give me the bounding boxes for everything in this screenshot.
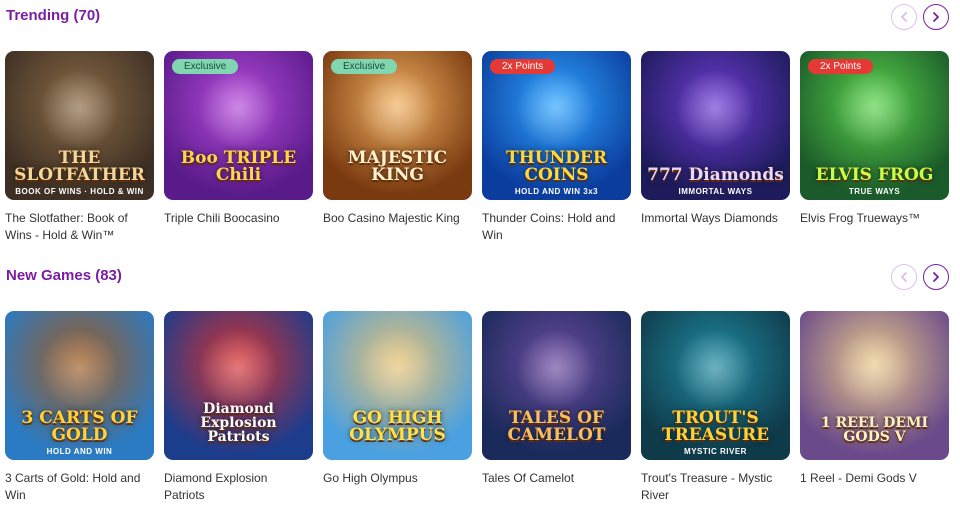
artwork-subtitle: HOLD AND WIN 3x3: [514, 187, 599, 196]
game-name[interactable]: Elvis Frog Trueways™: [800, 210, 949, 227]
new-games-prev-button[interactable]: [891, 264, 917, 290]
game-thumbnail[interactable]: THE SLOTFATHER BOOK OF WINS · HOLD & WIN: [5, 51, 154, 200]
game-card[interactable]: 777 Diamonds IMMORTAL WAYS Immortal Ways D…: [641, 51, 790, 227]
artwork-subtitle: IMMORTAL WAYS: [678, 187, 753, 196]
game-thumbnail[interactable]: TALES OF CAMELOT: [482, 311, 631, 460]
artwork-glow: [516, 329, 596, 409]
game-thumbnail[interactable]: THUNDER COINS HOLD AND WIN 3x3 2x Points: [482, 51, 631, 200]
game-badge: Exclusive: [172, 59, 239, 74]
game-name[interactable]: Diamond Explosion Patriots: [164, 470, 313, 504]
game-card[interactable]: TALES OF CAMELOT Tales Of Camelot: [482, 311, 631, 487]
artwork-title: TALES OF CAMELOT: [507, 408, 606, 445]
artwork-glow: [834, 69, 914, 149]
game-name[interactable]: Immortal Ways Diamonds: [641, 210, 790, 227]
artwork-glow: [198, 69, 278, 149]
artwork-subtitle: TRUE WAYS: [848, 187, 901, 196]
game-thumbnail[interactable]: 777 Diamonds IMMORTAL WAYS: [641, 51, 790, 200]
trending-title: Trending (70): [6, 7, 101, 24]
new-games-next-button[interactable]: [923, 264, 949, 290]
chevron-left-icon: [901, 12, 907, 22]
artwork-glow: [516, 69, 596, 149]
trending-header: Trending (70): [0, 0, 960, 36]
game-card[interactable]: GO HIGH OLYMPUS Go High Olympus: [323, 311, 472, 487]
game-name[interactable]: The Slotfather: Book of Wins - Hold & Wi…: [5, 210, 154, 244]
game-thumbnail[interactable]: MAJESTIC KING Exclusive: [323, 51, 472, 200]
game-name[interactable]: Triple Chili Boocasino: [164, 210, 313, 227]
artwork-glow: [39, 329, 119, 409]
artwork-title: THE SLOTFATHER: [14, 148, 145, 185]
artwork-glow: [39, 69, 119, 149]
artwork-glow: [834, 329, 914, 409]
game-badge: Exclusive: [331, 59, 398, 74]
artwork-title: 777 Diamonds: [647, 165, 784, 185]
artwork-title: 1 REEL DEMI GODS V: [820, 415, 929, 445]
game-card[interactable]: TROUT'S TREASURE MYSTIC RIVER Trout's Trea…: [641, 311, 790, 504]
new-games-section: New Games (83) 3 CARTS OF GOLD HOLD AND W…: [0, 260, 960, 502]
chevron-right-icon: [933, 272, 939, 282]
artwork-title: Boo TRIPLE Chili: [180, 148, 297, 185]
trending-prev-button[interactable]: [891, 4, 917, 30]
artwork-title: THUNDER COINS: [506, 148, 607, 185]
game-name[interactable]: Boo Casino Majestic King: [323, 210, 472, 227]
game-card[interactable]: THE SLOTFATHER BOOK OF WINS · HOLD & WIN T…: [5, 51, 154, 244]
game-thumbnail[interactable]: TROUT'S TREASURE MYSTIC RIVER: [641, 311, 790, 460]
game-badge: 2x Points: [808, 59, 874, 74]
artwork-glow: [675, 329, 755, 409]
artwork-title: Diamond Explosion Patriots: [200, 401, 277, 445]
artwork-title: TROUT'S TREASURE: [661, 408, 770, 445]
game-badge: 2x Points: [490, 59, 556, 74]
game-card[interactable]: THUNDER COINS HOLD AND WIN 3x3 2x Points Th…: [482, 51, 631, 244]
game-name[interactable]: Thunder Coins: Hold and Win: [482, 210, 631, 244]
game-thumbnail[interactable]: ELVIS FROG TRUE WAYS 2x Points: [800, 51, 949, 200]
artwork-title: MAJESTIC KING: [347, 148, 448, 185]
chevron-right-icon: [933, 12, 939, 22]
artwork-glow: [357, 329, 437, 409]
trending-section: Trending (70) THE SLOTFATHER BOOK OF WINS…: [0, 0, 960, 242]
game-thumbnail[interactable]: 1 REEL DEMI GODS V: [800, 311, 949, 460]
artwork-subtitle: HOLD AND WIN: [46, 447, 113, 456]
game-thumbnail[interactable]: Boo TRIPLE Chili Exclusive: [164, 51, 313, 200]
game-name[interactable]: 1 Reel - Demi Gods V: [800, 470, 949, 487]
game-thumbnail[interactable]: GO HIGH OLYMPUS: [323, 311, 472, 460]
artwork-title: 3 CARTS OF GOLD: [21, 408, 138, 445]
artwork-glow: [357, 69, 437, 149]
new-games-title: New Games (83): [6, 267, 122, 284]
artwork-title: ELVIS FROG: [815, 165, 934, 185]
artwork-glow: [198, 329, 278, 409]
new-games-header: New Games (83): [0, 260, 960, 296]
chevron-left-icon: [901, 272, 907, 282]
game-name[interactable]: 3 Carts of Gold: Hold and Win: [5, 470, 154, 504]
game-card[interactable]: MAJESTIC KING Exclusive Boo Casino Majesti…: [323, 51, 472, 227]
trending-next-button[interactable]: [923, 4, 949, 30]
game-card[interactable]: 1 REEL DEMI GODS V 1 Reel - Demi Gods V: [800, 311, 949, 487]
game-thumbnail[interactable]: Diamond Explosion Patriots: [164, 311, 313, 460]
game-card[interactable]: ELVIS FROG TRUE WAYS 2x Points Elvis Frog T…: [800, 51, 949, 227]
new-games-row: 3 CARTS OF GOLD HOLD AND WIN 3 Carts of Go…: [0, 311, 960, 511]
game-name[interactable]: Trout's Treasure - Mystic River: [641, 470, 790, 504]
game-thumbnail[interactable]: 3 CARTS OF GOLD HOLD AND WIN: [5, 311, 154, 460]
artwork-title: GO HIGH OLYMPUS: [349, 408, 446, 445]
game-card[interactable]: 3 CARTS OF GOLD HOLD AND WIN 3 Carts of Go…: [5, 311, 154, 504]
artwork-glow: [675, 69, 755, 149]
artwork-subtitle: BOOK OF WINS · HOLD & WIN: [15, 187, 144, 196]
game-name[interactable]: Tales Of Camelot: [482, 470, 631, 487]
game-name[interactable]: Go High Olympus: [323, 470, 472, 487]
game-card[interactable]: Diamond Explosion Patriots Diamond Explos…: [164, 311, 313, 504]
game-card[interactable]: Boo TRIPLE Chili Exclusive Triple Chili Bo…: [164, 51, 313, 227]
artwork-subtitle: MYSTIC RIVER: [684, 447, 747, 456]
trending-row: THE SLOTFATHER BOOK OF WINS · HOLD & WIN T…: [0, 51, 960, 251]
